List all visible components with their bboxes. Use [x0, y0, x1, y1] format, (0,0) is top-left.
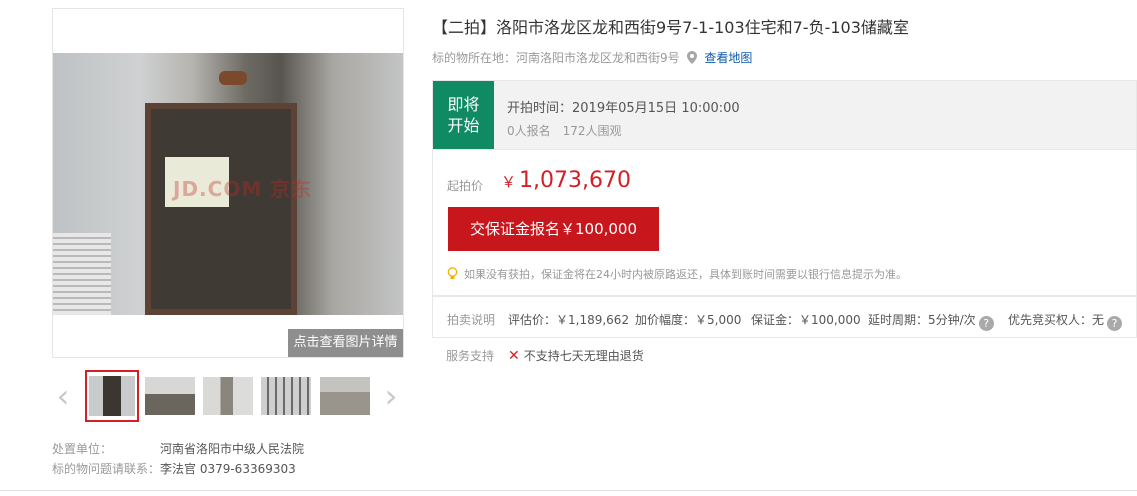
help-icon[interactable]: ?	[1107, 316, 1123, 331]
listing-title: 【二拍】洛阳市洛龙区龙和西街9号7-1-103住宅和7-负-103储藏室	[432, 18, 909, 37]
contact-row: 标的物问题请联系： 李法官 0379-63369303	[52, 460, 296, 477]
thumbnail-5[interactable]	[320, 377, 370, 415]
deposit-amount: 保证金：￥100,000	[751, 313, 861, 327]
location-value: 河南洛阳市洛龙区龙和西街9号	[516, 51, 680, 65]
refund-tip-text: 如果没有获拍，保证金将在24小时内被原路返还，具体到账时间需要以银行信息提示为准…	[464, 268, 907, 281]
property-photo: JD.COM 京东	[53, 53, 403, 315]
lightbulb-icon	[447, 267, 458, 279]
doorway	[145, 103, 297, 315]
refund-tip: 如果没有获拍，保证金将在24小时内被原路返还，具体到账时间需要以银行信息提示为准…	[447, 266, 907, 282]
thumbnail-3[interactable]	[203, 377, 253, 415]
view-map-link[interactable]: 查看地图	[704, 51, 752, 65]
priority-bidder-text: 优先竞买权人：无	[1008, 313, 1105, 327]
map-pin-icon	[687, 51, 698, 64]
watermark: JD.COM 京东	[173, 177, 313, 201]
disposal-unit-label: 处置单位：	[52, 442, 113, 456]
extension-period: 延时周期：5分钟/次?	[868, 311, 994, 331]
pay-deposit-register-button[interactable]: 交保证金报名￥100,000	[448, 207, 659, 251]
service-label: 服务支持	[446, 349, 495, 363]
start-time: 开拍时间：2019年05月15日 10:00:00	[507, 97, 740, 116]
start-time-label: 开拍时间：	[507, 101, 573, 116]
thumbnail-4[interactable]	[261, 377, 311, 415]
wall-vent	[53, 233, 111, 315]
main-photo[interactable]: JD.COM 京东 点击查看图片详情	[52, 8, 404, 358]
service-support-row: 服务支持 ✕ 不支持七天无理由退货	[446, 347, 644, 364]
status-badge-line2: 开始	[447, 116, 480, 135]
thumbnail-2[interactable]	[145, 377, 195, 415]
bid-panel: 起拍价 ￥ 1,073,670 交保证金报名￥100,000 如果没有获拍，保证金…	[432, 150, 1137, 296]
status-badge: 即将 开始	[433, 81, 494, 149]
cross-icon: ✕	[508, 348, 520, 364]
start-price: ￥ 1,073,670	[501, 168, 631, 193]
contact-label: 标的物问题请联系：	[52, 462, 161, 476]
signup-count: 0人报名	[507, 124, 551, 138]
disposal-unit-value: 河南省洛阳市中级人民法院	[160, 442, 305, 456]
help-icon[interactable]: ?	[978, 316, 994, 331]
rules-label: 拍卖说明	[447, 313, 496, 327]
chevron-right-icon[interactable]: ›	[380, 378, 402, 414]
disposal-unit-row: 处置单位： 河南省洛阳市中级人民法院	[52, 440, 304, 457]
view-photo-details-button[interactable]: 点击查看图片详情	[288, 329, 403, 357]
currency-symbol: ￥	[501, 173, 517, 191]
location-label: 标的物所在地：	[432, 51, 517, 65]
auction-status-panel: 即将 开始 开拍时间：2019年05月15日 10:00:00 0人报名 172人…	[432, 80, 1137, 150]
contact-value: 李法官 0379-63369303	[160, 462, 296, 476]
status-badge-line1: 即将	[447, 95, 480, 114]
bid-increment: 加价幅度：￥5,000	[635, 313, 742, 327]
chevron-left-icon[interactable]: ‹	[52, 378, 74, 414]
watcher-count: 172人围观	[562, 124, 622, 138]
priority-bidder: 优先竞买权人：无?	[1008, 311, 1123, 331]
participation-counts: 0人报名 172人围观	[507, 122, 634, 139]
start-time-value: 2019年05月15日 10:00:00	[572, 101, 740, 116]
start-price-label: 起拍价	[447, 179, 484, 193]
door-number-plate	[219, 71, 247, 85]
start-price-value: 1,073,670	[519, 168, 631, 193]
service-item: 不支持七天无理由退货	[523, 349, 644, 363]
appraisal-price: 评估价：￥1,189,662	[508, 313, 630, 327]
location-row: 标的物所在地：河南洛阳市洛龙区龙和西街9号 查看地图	[432, 49, 752, 66]
thumbnail-1[interactable]	[85, 370, 139, 422]
extension-period-text: 延时周期：5分钟/次	[868, 313, 976, 327]
page-bottom-border	[0, 490, 1137, 496]
auction-rules-row: 拍卖说明 评估价：￥1,189,662 加价幅度：￥5,000 保证金：￥100…	[432, 296, 1137, 338]
